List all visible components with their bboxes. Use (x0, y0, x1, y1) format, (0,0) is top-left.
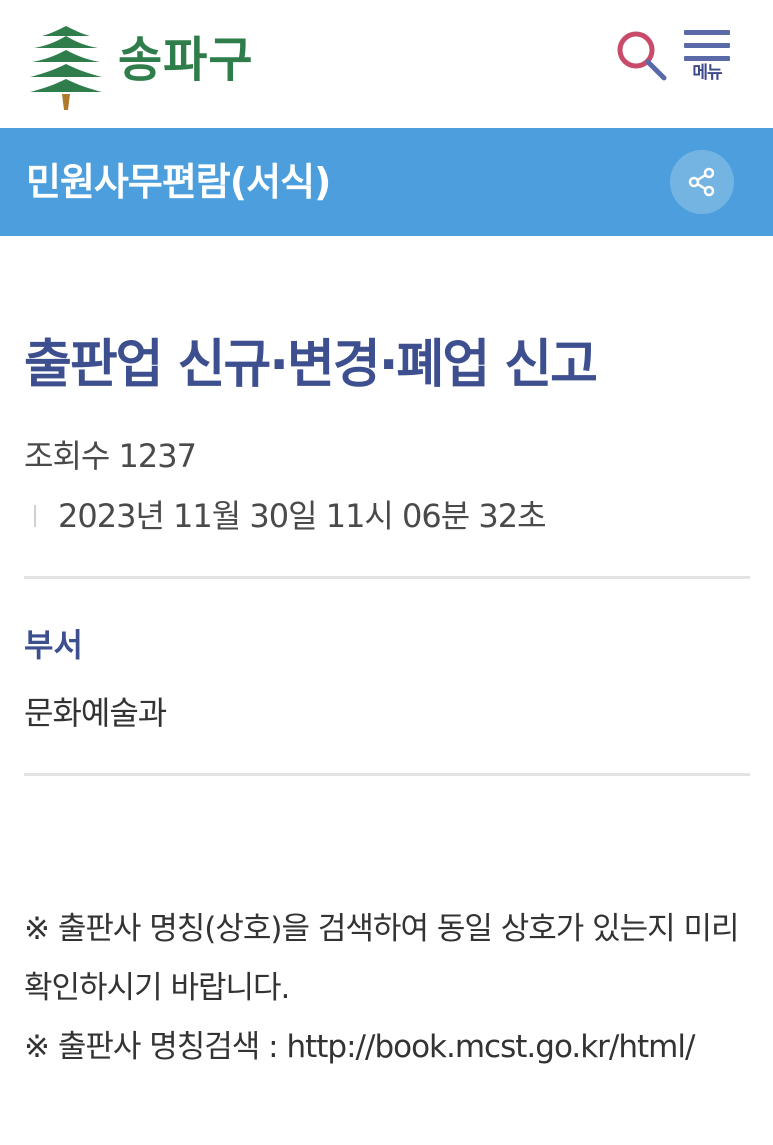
tree-logo-icon (30, 26, 102, 110)
home-logo-link[interactable]: 송파구 (28, 22, 253, 112)
menu-label: 메뉴 (692, 63, 722, 83)
page: 송파구 메뉴 민원사무편람(서식) 출판업 신규·변경·폐업 신고 조회수 12… (0, 0, 773, 1145)
notice-text: ※ 출판사 명칭(상호)을 검색하여 동일 상호가 있는지 미리 확인하시기 바… (24, 900, 754, 1077)
site-header: 송파구 메뉴 (0, 0, 773, 128)
hamburger-menu-icon (684, 30, 730, 62)
department-label: 부서 (24, 626, 83, 664)
search-icon (617, 31, 667, 81)
post-date-row: 2023년 11월 30일 11시 06분 32초 (24, 494, 547, 538)
search-button[interactable] (612, 26, 672, 86)
menu-bar-line (684, 56, 730, 61)
logo-text: 송파구 (118, 32, 254, 88)
meta-separator (34, 505, 36, 527)
menu-bar-line (684, 43, 730, 48)
notice-line-duplicate-check: ※ 출판사 명칭(상호)을 검색하여 동일 상호가 있는지 미리 확인하시기 바… (24, 911, 740, 1006)
divider (24, 576, 750, 579)
title-bar: 민원사무편람(서식) (0, 128, 773, 236)
notice-line-search-url[interactable]: ※ 출판사 명칭검색 : http://book.mcst.go.kr/html… (24, 1018, 754, 1077)
department-value: 문화예술과 (24, 694, 167, 732)
section-title: 민원사무편람(서식) (26, 160, 331, 204)
share-button[interactable] (670, 150, 734, 214)
view-count: 조회수 1237 (24, 437, 197, 475)
divider (24, 773, 750, 776)
menu-button[interactable]: 메뉴 (680, 30, 734, 86)
post-date: 2023년 11월 30일 11시 06분 32초 (58, 497, 547, 535)
post-title: 출판업 신규·변경·폐업 신고 (24, 335, 598, 395)
share-icon (688, 167, 715, 197)
menu-bar-line (684, 30, 730, 35)
